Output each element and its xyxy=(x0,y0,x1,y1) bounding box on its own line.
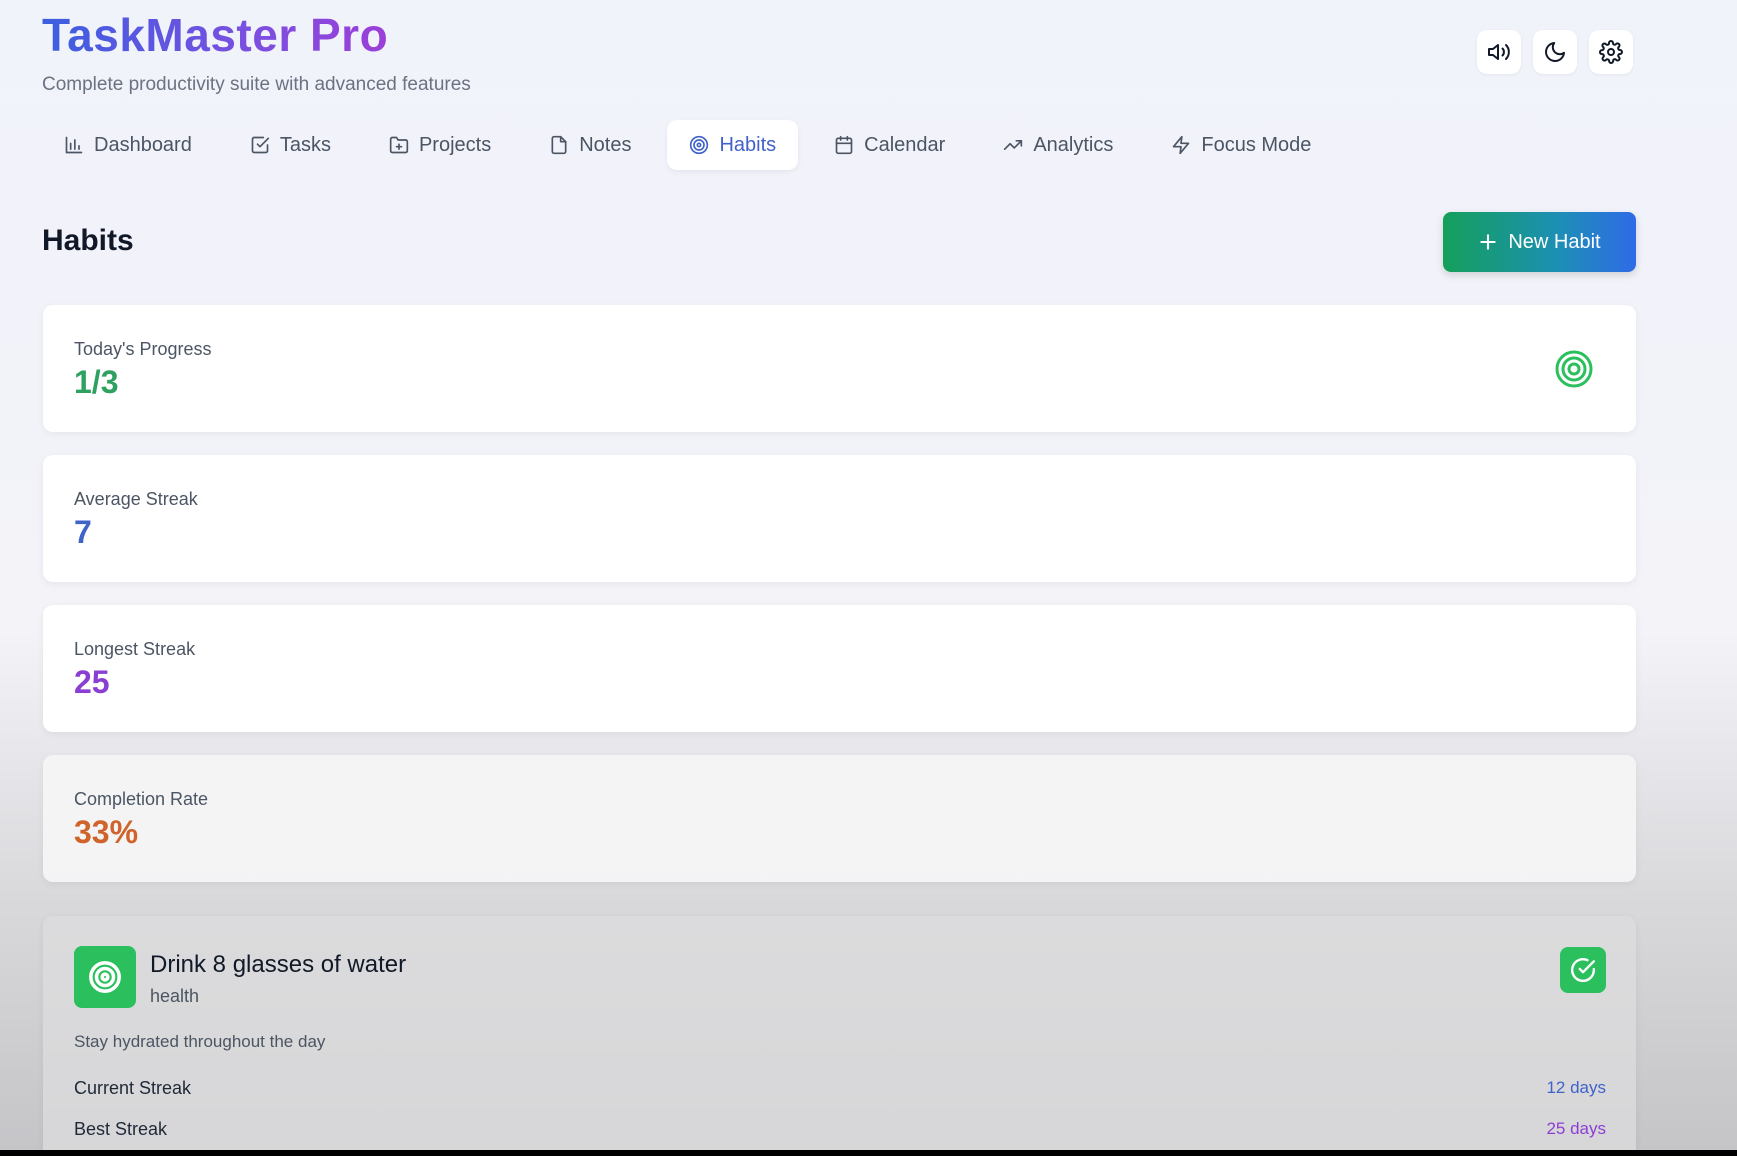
stat-label: Today's Progress xyxy=(74,339,212,359)
calendar-icon xyxy=(835,135,853,155)
tab-analytics[interactable]: Analytics xyxy=(981,120,1135,170)
stat-value: 1/3 xyxy=(74,364,119,400)
stat-value: 7 xyxy=(74,514,92,550)
tab-label: Notes xyxy=(579,133,632,156)
stat-card-completion-rate: Completion Rate 33% xyxy=(43,755,1636,882)
best-streak-row: Best Streak 25 days xyxy=(74,1119,1606,1140)
habit-category: health xyxy=(150,986,200,1006)
habit-card[interactable]: Drink 8 glasses of water health Stay hyd… xyxy=(43,916,1636,1150)
tab-label: Dashboard xyxy=(94,133,192,156)
habit-description: Stay hydrated throughout the day xyxy=(74,1032,326,1051)
stat-value: 33% xyxy=(74,814,139,850)
stat-card-average-streak: Average Streak 7 xyxy=(43,455,1636,582)
new-habit-button[interactable]: New Habit xyxy=(1443,212,1636,272)
main-nav: Dashboard Tasks Projects Notes Habits Ca… xyxy=(42,120,1333,170)
stat-card-longest-streak: Longest Streak 25 xyxy=(43,605,1636,732)
stat-card-todays-progress: Today's Progress 1/3 xyxy=(43,305,1636,432)
habit-name: Drink 8 glasses of water xyxy=(150,951,407,978)
best-streak-label: Best Streak xyxy=(74,1119,168,1139)
tab-focus-mode[interactable]: Focus Mode xyxy=(1149,120,1333,170)
tab-calendar[interactable]: Calendar xyxy=(812,120,967,170)
moon-icon xyxy=(1545,42,1565,62)
file-icon xyxy=(551,135,567,155)
tab-label: Calendar xyxy=(864,133,946,156)
new-habit-label: New Habit xyxy=(1508,230,1601,253)
tab-tasks[interactable]: Tasks xyxy=(228,120,353,170)
tab-label: Focus Mode xyxy=(1201,133,1312,156)
stat-label: Completion Rate xyxy=(74,789,209,809)
target-icon xyxy=(1554,349,1594,389)
lightning-icon xyxy=(1173,135,1190,155)
tab-habits[interactable]: Habits xyxy=(667,120,799,170)
plus-icon xyxy=(1480,234,1497,250)
best-streak-value: 25 days xyxy=(1546,1119,1606,1138)
app-subtitle: Complete productivity suite with advance… xyxy=(42,74,471,95)
volume-icon xyxy=(1488,44,1510,60)
tab-label: Tasks xyxy=(279,133,331,156)
check-circle-icon xyxy=(1570,958,1596,982)
tab-notes[interactable]: Notes xyxy=(527,120,653,170)
current-streak-label: Current Streak xyxy=(74,1078,192,1098)
settings-button[interactable] xyxy=(1589,30,1633,74)
tab-label: Projects xyxy=(418,133,492,156)
tab-label: Habits xyxy=(719,133,777,156)
folder-icon xyxy=(389,136,409,154)
page-title: Habits xyxy=(42,224,134,257)
stat-value: 25 xyxy=(74,664,110,700)
tab-dashboard[interactable]: Dashboard xyxy=(42,120,214,170)
tab-projects[interactable]: Projects xyxy=(367,120,513,170)
app-title: TaskMaster Pro xyxy=(42,9,389,61)
habit-target-icon xyxy=(74,946,136,1008)
top-actions xyxy=(1477,30,1633,74)
app-viewport: TaskMaster Pro Complete productivity sui… xyxy=(0,0,1737,1150)
gear-icon xyxy=(1599,40,1623,64)
current-streak-value: 12 days xyxy=(1546,1078,1606,1097)
complete-habit-button[interactable] xyxy=(1560,947,1606,993)
checkbox-icon xyxy=(251,136,270,154)
stat-label: Longest Streak xyxy=(74,639,196,659)
target-icon xyxy=(690,135,709,155)
stat-label: Average Streak xyxy=(74,489,198,509)
dark-mode-button[interactable] xyxy=(1533,30,1577,74)
sound-toggle-button[interactable] xyxy=(1477,30,1521,74)
tab-label: Analytics xyxy=(1033,133,1114,156)
trending-up-icon xyxy=(1004,140,1023,150)
bar-chart-icon xyxy=(65,136,83,154)
current-streak-row: Current Streak 12 days xyxy=(74,1078,1606,1099)
